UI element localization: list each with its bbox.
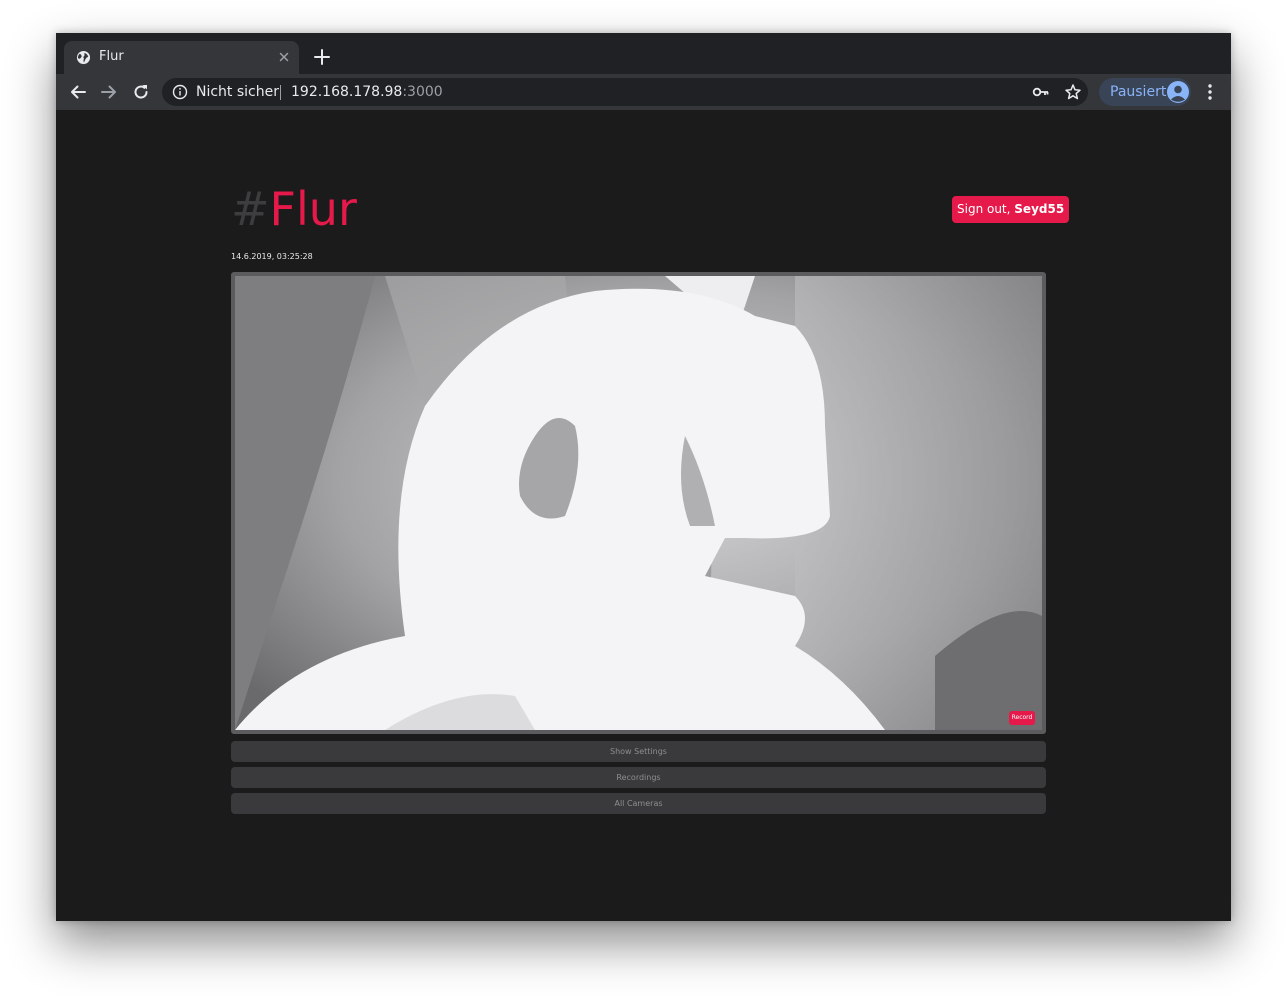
browser-window: Flur Nicht sicher 192.168.178.98:3000 Pa… [56, 33, 1231, 921]
reload-icon[interactable] [131, 82, 151, 102]
all-cameras-button[interactable]: All Cameras [231, 793, 1046, 814]
url-host: 192.168.178.98 [291, 84, 403, 100]
info-icon[interactable] [172, 84, 188, 100]
recordings-button[interactable]: Recordings [231, 767, 1046, 788]
camera-image [235, 276, 1042, 730]
camera-name: Flur [269, 182, 357, 236]
page-content: #Flur Sign out, Seyd55 14.6.2019, 03:25:… [56, 110, 1231, 921]
plus-icon[interactable] [313, 48, 331, 66]
url-port: :3000 [402, 84, 443, 100]
video-frame: Record [231, 272, 1046, 734]
sign-out-button[interactable]: Sign out, Seyd55 [952, 196, 1070, 223]
title-hash: # [231, 182, 270, 236]
camera-feed: Record [235, 276, 1042, 730]
security-status: Nicht sicher [196, 84, 279, 100]
tab-flur[interactable]: Flur [64, 41, 299, 74]
browser-toolbar: Nicht sicher 192.168.178.98:3000 Pausier… [56, 74, 1231, 110]
tab-strip: Flur [56, 33, 1231, 74]
profile-button[interactable]: Pausiert [1099, 78, 1191, 106]
more-vert-icon[interactable] [1202, 82, 1218, 102]
show-settings-button[interactable]: Show Settings [231, 741, 1046, 762]
globe-icon [76, 50, 91, 65]
key-icon[interactable] [1032, 84, 1050, 100]
tab-title: Flur [99, 49, 124, 64]
close-icon[interactable] [276, 49, 292, 65]
profile-label: Pausiert [1110, 84, 1167, 100]
timestamp: 14.6.2019, 03:25:28 [231, 252, 313, 261]
address-bar[interactable]: Nicht sicher 192.168.178.98:3000 [162, 78, 1088, 106]
star-icon[interactable] [1064, 83, 1082, 101]
record-button[interactable]: Record [1009, 711, 1035, 725]
sign-out-username: Seyd55 [1014, 202, 1065, 216]
url-text[interactable]: 192.168.178.98:3000 [291, 84, 443, 100]
sign-out-label: Sign out, [957, 202, 1015, 216]
arrow-right-icon[interactable] [99, 82, 119, 102]
separator [280, 85, 281, 100]
page-title: #Flur [231, 182, 357, 236]
arrow-left-icon[interactable] [68, 82, 88, 102]
avatar-icon [1167, 81, 1189, 103]
